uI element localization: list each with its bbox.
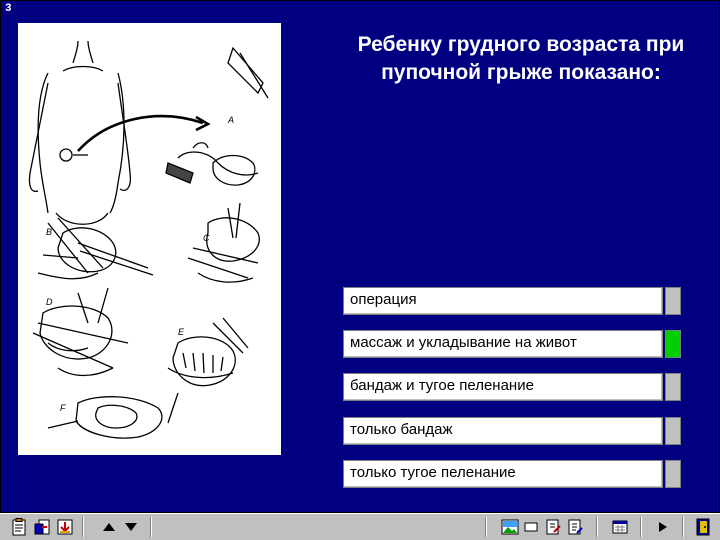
exit-icon[interactable] bbox=[693, 516, 713, 538]
answer-indicator[interactable] bbox=[665, 373, 681, 401]
panel-label-b: B bbox=[46, 227, 52, 237]
panel-label-a: A bbox=[227, 115, 234, 125]
answer-option-3[interactable]: бандаж и тугое пеленание bbox=[343, 373, 681, 403]
arrow-up-icon[interactable] bbox=[100, 516, 118, 538]
answer-label[interactable]: только бандаж bbox=[343, 417, 663, 445]
calculator-icon[interactable] bbox=[610, 516, 630, 538]
edit-doc-icon[interactable] bbox=[544, 516, 562, 538]
answer-option-5[interactable]: только тугое пеленание bbox=[343, 460, 681, 490]
answer-indicator[interactable] bbox=[665, 287, 681, 315]
toolbar-separator bbox=[82, 517, 84, 537]
answer-option-1[interactable]: операция bbox=[343, 287, 681, 317]
answer-label[interactable]: бандаж и тугое пеленание bbox=[343, 373, 663, 401]
play-icon[interactable] bbox=[654, 516, 672, 538]
toolbar-separator bbox=[150, 517, 152, 537]
edit-doc2-icon[interactable] bbox=[566, 516, 584, 538]
answer-option-2[interactable]: массаж и укладывание на живот bbox=[343, 330, 681, 360]
toolbar-separator bbox=[682, 517, 684, 537]
slide-window: 3 A B C D E F Ребенку грудного возраста … bbox=[0, 0, 720, 513]
image-icon[interactable] bbox=[500, 516, 520, 538]
window-icon[interactable] bbox=[522, 516, 540, 538]
bottom-toolbar bbox=[0, 513, 720, 540]
question-title: Ребенку грудного возраста при пупочной г… bbox=[357, 33, 685, 84]
download-icon[interactable] bbox=[54, 516, 76, 538]
answer-label[interactable]: массаж и укладывание на живот bbox=[343, 330, 663, 358]
surgery-drawing: A B C D E F bbox=[28, 40, 269, 439]
panel-label-f: F bbox=[60, 403, 66, 413]
panel-label-e: E bbox=[178, 327, 185, 337]
panel-label-d: D bbox=[46, 297, 53, 307]
arrow-down-icon[interactable] bbox=[122, 516, 140, 538]
answer-label[interactable]: операция bbox=[343, 287, 663, 315]
answer-indicator[interactable] bbox=[665, 460, 681, 488]
panel-label-c: C bbox=[203, 233, 210, 243]
copy-icon[interactable] bbox=[31, 516, 53, 538]
toolbar-separator bbox=[640, 517, 642, 537]
answer-indicator-selected[interactable] bbox=[665, 330, 681, 358]
toolbar-separator bbox=[485, 517, 487, 537]
toolbar-separator bbox=[596, 517, 598, 537]
clipboard-icon[interactable] bbox=[8, 516, 30, 538]
surgery-illustration: A B C D E F bbox=[18, 23, 281, 455]
answer-label[interactable]: только тугое пеленание bbox=[343, 460, 663, 488]
answer-indicator[interactable] bbox=[665, 417, 681, 445]
slide-number: 3 bbox=[5, 3, 12, 15]
answer-option-4[interactable]: только бандаж bbox=[343, 417, 681, 447]
